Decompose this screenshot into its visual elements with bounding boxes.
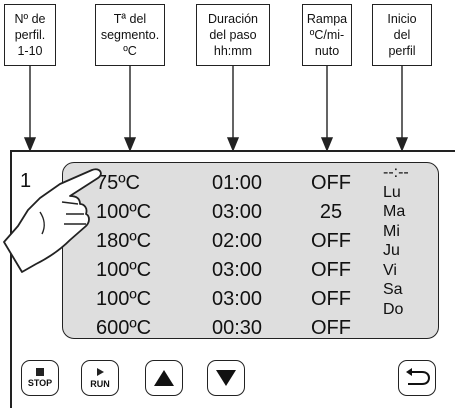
back-button[interactable] [398,360,436,396]
segment-ramp[interactable]: OFF [303,287,359,311]
day-item: Lu [383,183,401,201]
day-item: Vi [383,261,397,279]
return-arrow-icon [406,368,431,385]
start-time: --:-- [383,164,409,181]
day-item: Do [383,300,404,318]
day-item: Mi [383,222,400,240]
segment-temperature[interactable]: 100ºC [96,287,176,311]
up-triangle-icon [154,370,174,386]
day-item: Ma [383,203,406,220]
stop-button[interactable]: STOP [21,360,59,396]
segment-duration[interactable]: 00:30 [212,316,282,340]
run-button[interactable]: RUN [81,360,119,396]
segment-duration[interactable]: 03:00 [212,287,282,311]
down-button[interactable] [207,360,245,396]
segment-duration[interactable]: 03:00 [212,200,282,224]
stop-label: STOP [27,378,53,388]
play-triangle-icon [97,368,104,376]
segment-duration[interactable]: 01:00 [212,171,282,195]
pointing-hand-icon [3,168,102,273]
segment-ramp[interactable]: OFF [303,229,359,253]
run-label: RUN [90,379,110,389]
down-triangle-icon [216,370,236,386]
start-day-list[interactable]: --:-- Lu Ma Mi Ju Vi Sa Do [383,163,423,319]
segment-temperature[interactable]: 600ºC [96,316,176,340]
day-item: Sa [383,281,403,298]
segment-ramp[interactable]: OFF [303,316,359,340]
segment-duration[interactable]: 02:00 [212,229,282,253]
up-button[interactable] [145,360,183,396]
segment-ramp[interactable]: 25 [303,200,359,224]
segment-ramp[interactable]: OFF [303,171,359,195]
day-item: Ju [383,242,400,259]
segment-ramp[interactable]: OFF [303,258,359,282]
segment-duration[interactable]: 03:00 [212,258,282,282]
stop-square-icon [36,368,44,376]
